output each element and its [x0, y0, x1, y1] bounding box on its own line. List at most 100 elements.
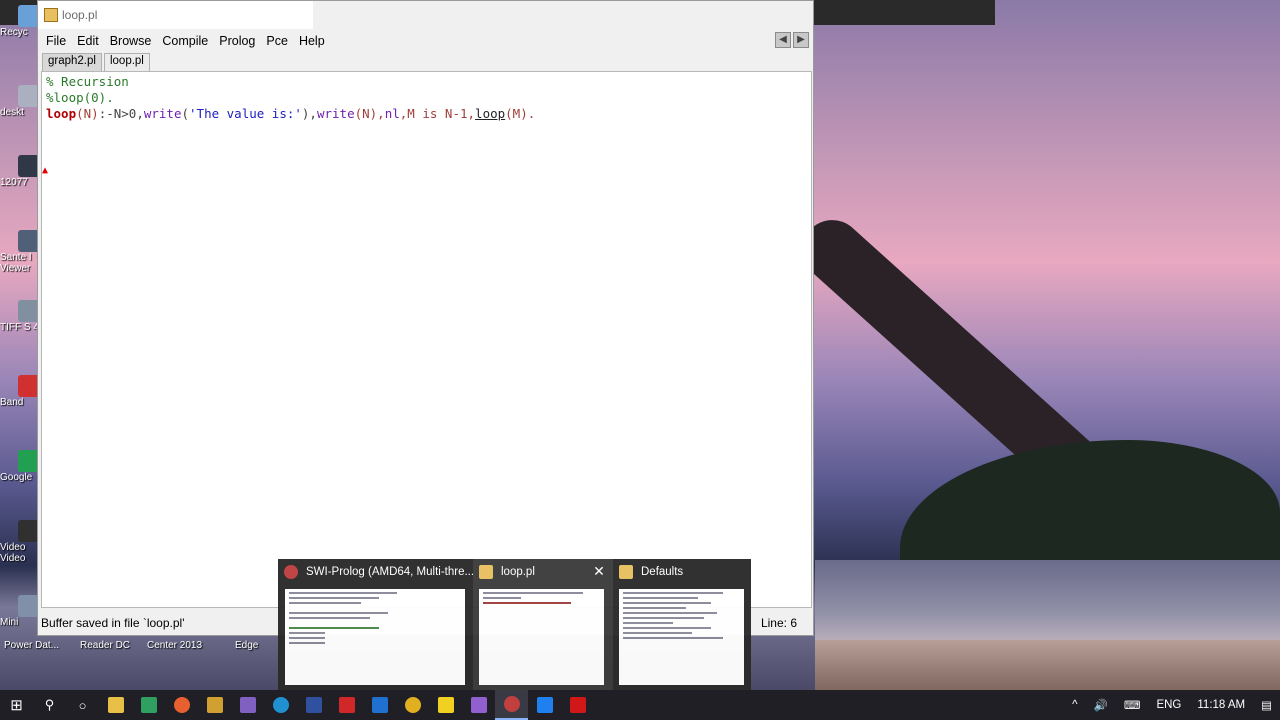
desktop-icon-band[interactable]: Band: [0, 375, 40, 408]
swi-prolog-icon: [503, 696, 520, 712]
start-button[interactable]: ⊞: [0, 690, 33, 720]
menu-edit[interactable]: Edit: [77, 34, 108, 48]
taskbar-zoom[interactable]: [528, 690, 561, 720]
firefox-icon: [173, 697, 190, 713]
head-args: (N): [76, 106, 99, 121]
desktop-icon-tiff[interactable]: TIFF S 4: [0, 300, 40, 333]
menu-compile[interactable]: Compile: [162, 34, 217, 48]
visual-studio-icon: [239, 697, 256, 713]
close-icon[interactable]: ✕: [591, 563, 607, 580]
taskbar: ⊞ ⚲ ○ ^ 🔊 ⌨ ENG 11:18 AM ▤: [0, 690, 1280, 720]
search-icon: ⚲: [44, 697, 55, 712]
forward-arrow-icon[interactable]: ▶: [793, 32, 809, 48]
preview-thumbnail: [619, 589, 744, 685]
status-message: Buffer saved in file `loop.pl': [41, 616, 185, 630]
desktop-label-center[interactable]: Center 2013: [147, 640, 202, 651]
system-tray: ^ 🔊 ⌨ ENG 11:18 AM ▤: [1064, 690, 1280, 720]
warning-marker-icon: ▲: [42, 165, 49, 176]
app-icon: [338, 697, 355, 713]
language-indicator[interactable]: ENG: [1156, 699, 1181, 711]
write-arg: (N),: [354, 106, 385, 121]
cortana-button[interactable]: ○: [66, 690, 99, 720]
desktop-icon-desktop[interactable]: deskt: [0, 85, 40, 118]
taskbar-app-8[interactable]: [330, 690, 363, 720]
editor-window: loop.pl File Edit Browse Compile Prolog …: [37, 0, 814, 636]
taskbar-explorer[interactable]: [99, 690, 132, 720]
predicate-head: loop: [46, 106, 77, 121]
volume-icon[interactable]: 🔊: [1094, 698, 1108, 712]
preview-title: loop.pl: [501, 566, 535, 578]
taskbar-sticky[interactable]: [429, 690, 462, 720]
pce-editor-icon: [479, 565, 493, 579]
tray-overflow-icon[interactable]: ^: [1072, 699, 1077, 711]
sticky-notes-icon: [437, 697, 454, 713]
desktop-label-edge[interactable]: Edge: [235, 640, 258, 651]
taskbar-app-4[interactable]: [198, 690, 231, 720]
desktop-icon-recycle[interactable]: Recyc: [0, 5, 40, 38]
menu-pce[interactable]: Pce: [266, 34, 297, 48]
desktop-icon-file[interactable]: 12077: [0, 155, 40, 188]
tab-loop[interactable]: loop.pl: [103, 53, 150, 71]
code-line-2: %loop(0).: [46, 90, 114, 105]
desktop-icon-power[interactable]: Power Dat...: [4, 640, 64, 651]
taskbar-app-2[interactable]: [132, 690, 165, 720]
nav-arrows: ◀ ▶: [775, 32, 809, 48]
taskbar-edge[interactable]: [264, 690, 297, 720]
title-bar[interactable]: loop.pl: [38, 1, 313, 29]
taskbar-app-7[interactable]: [297, 690, 330, 720]
menu-file[interactable]: File: [46, 34, 75, 48]
menu-prolog[interactable]: Prolog: [219, 34, 264, 48]
desktop-icon-sante[interactable]: Sante I Viewer: [0, 230, 40, 274]
taskbar-chrome[interactable]: [396, 690, 429, 720]
code-line-1: % Recursion: [46, 74, 129, 89]
desktop-label-reader[interactable]: Reader DC: [80, 640, 130, 651]
recursive-call: loop: [475, 106, 506, 121]
app-icon: [371, 697, 388, 713]
preview-card-defaults[interactable]: Defaults: [613, 559, 751, 690]
desktop-icon-mini[interactable]: Mini: [0, 595, 40, 628]
menu-browse[interactable]: Browse: [110, 34, 161, 48]
folder-icon: [107, 697, 124, 713]
neck: :-N>0,: [98, 106, 144, 121]
swi-prolog-icon: [284, 565, 298, 579]
menu-help[interactable]: Help: [299, 34, 334, 48]
call-tail: (M).: [505, 106, 536, 121]
builtin-nl: nl: [384, 106, 400, 121]
builtin-write-1: write: [143, 106, 182, 121]
back-arrow-icon[interactable]: ◀: [775, 32, 791, 48]
paren-open: (: [181, 106, 190, 121]
tab-bar: graph2.pl loop.pl: [42, 53, 152, 71]
taskbar-app-9[interactable]: [363, 690, 396, 720]
paren-close: ),: [301, 106, 317, 121]
string-literal: 'The value is:': [189, 106, 302, 121]
cortana-icon: ○: [78, 697, 87, 713]
taskbar-firefox[interactable]: [165, 690, 198, 720]
tab-graph2[interactable]: graph2.pl: [42, 53, 102, 71]
preview-title: Defaults: [641, 566, 684, 578]
preview-title: SWI-Prolog (AMD64, Multi-thre...: [306, 566, 475, 578]
desktop-icon-google[interactable]: Google: [0, 450, 40, 483]
taskbar-swi-prolog[interactable]: [495, 690, 528, 720]
preview-card-swi-prolog[interactable]: SWI-Prolog (AMD64, Multi-thre...: [278, 559, 475, 690]
windows-logo-icon: ⊞: [10, 697, 23, 714]
code-line-3: loop(N):-N>0,write('The value is:'),writ…: [46, 106, 807, 122]
builtin-write-2: write: [316, 106, 355, 121]
line-indicator: Line: 6: [760, 616, 797, 630]
app-icon: [140, 697, 157, 713]
zoom-icon: [536, 697, 553, 713]
preview-card-loop[interactable]: loop.pl ✕: [473, 559, 613, 690]
app-icon: [305, 697, 322, 713]
search-button[interactable]: ⚲: [33, 690, 66, 720]
visual-studio-icon: [470, 697, 487, 713]
beach: [815, 640, 1280, 690]
clock[interactable]: 11:18 AM: [1197, 699, 1245, 711]
taskbar-visual-studio-2[interactable]: [462, 690, 495, 720]
pce-editor-icon: [44, 8, 58, 22]
notification-icon[interactable]: ▤: [1261, 698, 1272, 712]
taskbar-visual-studio[interactable]: [231, 690, 264, 720]
code-editor[interactable]: % Recursion %loop(0). loop(N):-N>0,write…: [41, 71, 812, 608]
taskbar-acrobat[interactable]: [561, 690, 594, 720]
keyboard-icon[interactable]: ⌨: [1124, 698, 1141, 712]
taskbar-preview-popup: SWI-Prolog (AMD64, Multi-thre... loop.pl…: [278, 559, 751, 690]
desktop-icon-video[interactable]: Video Video: [0, 520, 40, 564]
